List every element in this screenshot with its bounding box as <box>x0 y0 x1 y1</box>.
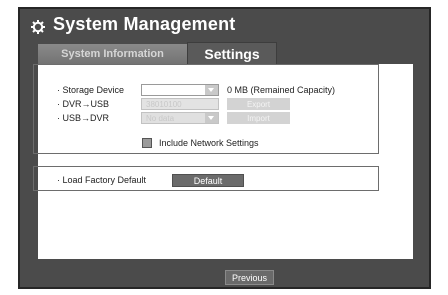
capacity-text: 0 MB (Remained Capacity) <box>227 85 336 95</box>
load-factory-default-label: · Load Factory Default <box>57 175 147 185</box>
include-network-label: Include Network Settings <box>159 138 259 148</box>
usb-to-dvr-dropdown[interactable]: No data <box>141 112 219 124</box>
usb-to-dvr-value: No data <box>146 114 175 123</box>
tab-system-information[interactable]: System Information <box>38 44 187 64</box>
tab-settings[interactable]: Settings <box>187 42 277 64</box>
storage-device-dropdown[interactable] <box>141 84 219 96</box>
title-bar: System Management <box>20 9 429 45</box>
chevron-down-icon <box>205 85 218 95</box>
usb-to-dvr-label: · USB→DVR <box>57 113 110 123</box>
previous-button[interactable]: Previous <box>225 270 274 285</box>
export-button[interactable]: Export <box>227 98 290 110</box>
dvr-to-usb-field: 38010100 <box>141 98 219 110</box>
default-button[interactable]: Default <box>172 174 244 187</box>
chevron-down-icon <box>205 113 218 123</box>
gear-icon <box>31 20 45 34</box>
page-title: System Management <box>53 14 236 34</box>
import-button[interactable]: Import <box>227 112 290 124</box>
include-network-checkbox[interactable] <box>142 138 152 148</box>
dvr-to-usb-label: · DVR→USB <box>57 99 110 109</box>
storage-device-label: · Storage Device <box>57 85 125 95</box>
dvr-to-usb-value: 38010100 <box>146 100 182 109</box>
